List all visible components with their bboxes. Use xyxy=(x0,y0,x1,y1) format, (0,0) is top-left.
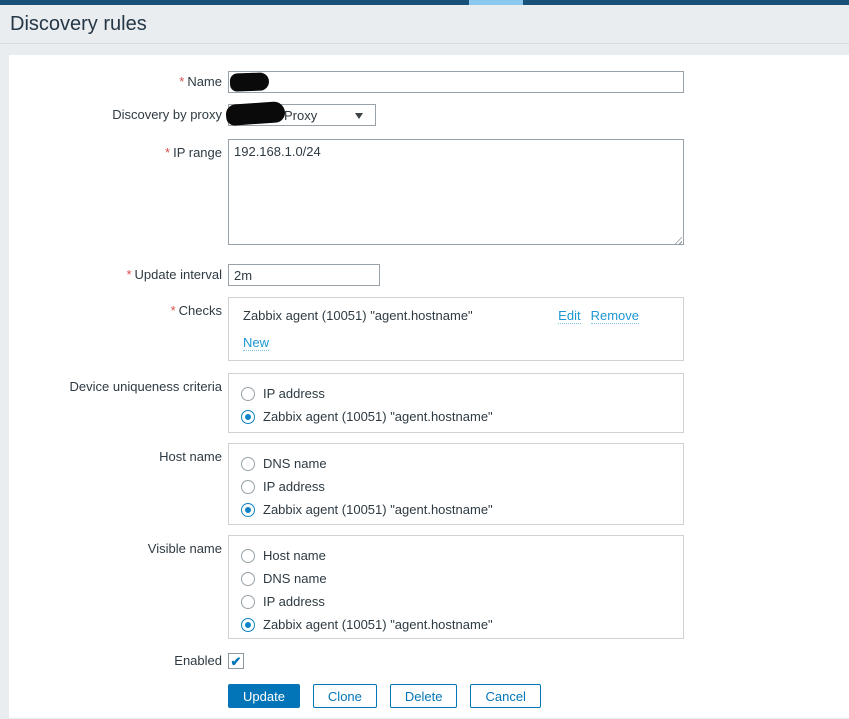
host-name-option-zabbix-agent[interactable]: Zabbix agent (10051) "agent.hostname" xyxy=(241,498,683,521)
checks-label: * Checks xyxy=(170,303,222,318)
radio-checked-icon[interactable] xyxy=(241,617,255,632)
clone-button[interactable]: Clone xyxy=(312,684,377,708)
host-name-option-ip-address[interactable]: IP address xyxy=(241,475,683,498)
update-interval-label: * Update interval xyxy=(126,267,222,282)
redaction-mark xyxy=(229,72,270,92)
discovery-rule-form: * Name Discovery by proxy Proxy * IP range… xyxy=(9,55,849,718)
chevron-down-icon xyxy=(355,113,363,119)
radio-icon[interactable] xyxy=(241,386,255,401)
new-check-row: New xyxy=(243,335,669,351)
radio-checked-icon[interactable] xyxy=(241,502,255,517)
redaction-mark xyxy=(225,100,286,127)
radio-icon[interactable] xyxy=(241,594,255,609)
row-footer-buttons: Update Clone Delete Cancel xyxy=(9,684,849,708)
ip-range-textarea[interactable]: 192.168.1.0/24 xyxy=(228,139,684,245)
remove-check-link[interactable]: Remove xyxy=(590,308,639,324)
uniqueness-option-ip-address[interactable]: IP address xyxy=(241,382,683,405)
uniqueness-option-zabbix-agent[interactable]: Zabbix agent (10051) "agent.hostname" xyxy=(241,405,683,428)
required-asterisk: * xyxy=(179,74,185,89)
checkmark-icon: ✔ xyxy=(230,653,242,669)
edit-check-link[interactable]: Edit xyxy=(558,308,581,324)
radio-option-label: Zabbix agent (10051) "agent.hostname" xyxy=(263,617,493,632)
page-title: Discovery rules xyxy=(10,12,147,35)
row-visible-name: Visible name Host name DNS name IP addre… xyxy=(9,535,849,639)
radio-icon[interactable] xyxy=(241,456,255,471)
new-check-link[interactable]: New xyxy=(243,335,270,351)
check-item-name: Zabbix agent (10051) "agent.hostname" xyxy=(243,308,473,323)
enabled-checkbox[interactable]: ✔ xyxy=(228,653,244,669)
radio-icon[interactable] xyxy=(241,548,255,563)
proxy-selected-value: Proxy xyxy=(284,108,318,123)
row-name: * Name xyxy=(9,71,849,93)
visible-name-label: Visible name xyxy=(147,541,222,556)
name-input[interactable] xyxy=(228,71,684,93)
visible-name-option-zabbix-agent[interactable]: Zabbix agent (10051) "agent.hostname" xyxy=(241,613,683,636)
radio-option-label: DNS name xyxy=(263,571,327,586)
host-name-label: Host name xyxy=(159,449,222,464)
radio-option-label: Host name xyxy=(263,548,326,563)
row-host-name: Host name DNS name IP address Zabbix age… xyxy=(9,443,849,525)
device-uniqueness-radio-group: IP address Zabbix agent (10051) "agent.h… xyxy=(228,373,684,433)
delete-button[interactable]: Delete xyxy=(389,684,458,708)
host-name-option-dns-name[interactable]: DNS name xyxy=(241,452,683,475)
required-asterisk: * xyxy=(165,145,171,160)
row-ip-range: * IP range 192.168.1.0/24 xyxy=(9,139,849,248)
ip-range-field-wrap: 192.168.1.0/24 xyxy=(228,139,684,248)
cancel-button[interactable]: Cancel xyxy=(470,684,541,708)
radio-option-label: DNS name xyxy=(263,456,327,471)
required-asterisk: * xyxy=(170,303,176,318)
check-item-actions: Edit Remove xyxy=(558,308,639,324)
radio-option-label: IP address xyxy=(263,386,325,401)
visible-name-radio-group: Host name DNS name IP address Zabbix age… xyxy=(228,535,684,639)
radio-checked-icon[interactable] xyxy=(241,409,255,424)
enabled-label: Enabled xyxy=(174,653,222,668)
name-field-wrap xyxy=(228,71,684,93)
top-nav-active-indicator xyxy=(469,0,523,5)
host-name-radio-group: DNS name IP address Zabbix agent (10051)… xyxy=(228,443,684,525)
row-checks: * Checks Zabbix agent (10051) "agent.host… xyxy=(9,297,849,361)
radio-icon[interactable] xyxy=(241,479,255,494)
row-discovery-by-proxy: Discovery by proxy Proxy xyxy=(9,100,849,127)
radio-option-label: IP address xyxy=(263,594,325,609)
radio-icon[interactable] xyxy=(241,571,255,586)
checks-list: Zabbix agent (10051) "agent.hostname" Ed… xyxy=(228,297,684,361)
footer-buttons: Update Clone Delete Cancel xyxy=(228,684,541,708)
top-nav-bar xyxy=(0,0,849,5)
proxy-select[interactable]: Proxy xyxy=(225,100,376,127)
row-device-uniqueness: Device uniqueness criteria IP address Za… xyxy=(9,373,849,433)
radio-option-label: IP address xyxy=(263,479,325,494)
visible-name-option-ip-address[interactable]: IP address xyxy=(241,590,683,613)
update-interval-input[interactable] xyxy=(228,264,380,286)
ip-range-label: * IP range xyxy=(165,145,222,160)
page-header: Discovery rules xyxy=(0,5,849,44)
check-item-row: Zabbix agent (10051) "agent.hostname" Ed… xyxy=(243,308,669,324)
name-label: * Name xyxy=(179,74,222,89)
visible-name-option-dns-name[interactable]: DNS name xyxy=(241,567,683,590)
proxy-label: Discovery by proxy xyxy=(112,107,222,122)
row-enabled: Enabled ✔ xyxy=(9,653,849,669)
radio-option-label: Zabbix agent (10051) "agent.hostname" xyxy=(263,502,493,517)
radio-option-label: Zabbix agent (10051) "agent.hostname" xyxy=(263,409,493,424)
required-asterisk: * xyxy=(126,267,132,282)
visible-name-option-host-name[interactable]: Host name xyxy=(241,544,683,567)
row-update-interval: * Update interval xyxy=(9,264,849,286)
update-button[interactable]: Update xyxy=(228,684,300,708)
device-uniqueness-label: Device uniqueness criteria xyxy=(69,379,222,394)
